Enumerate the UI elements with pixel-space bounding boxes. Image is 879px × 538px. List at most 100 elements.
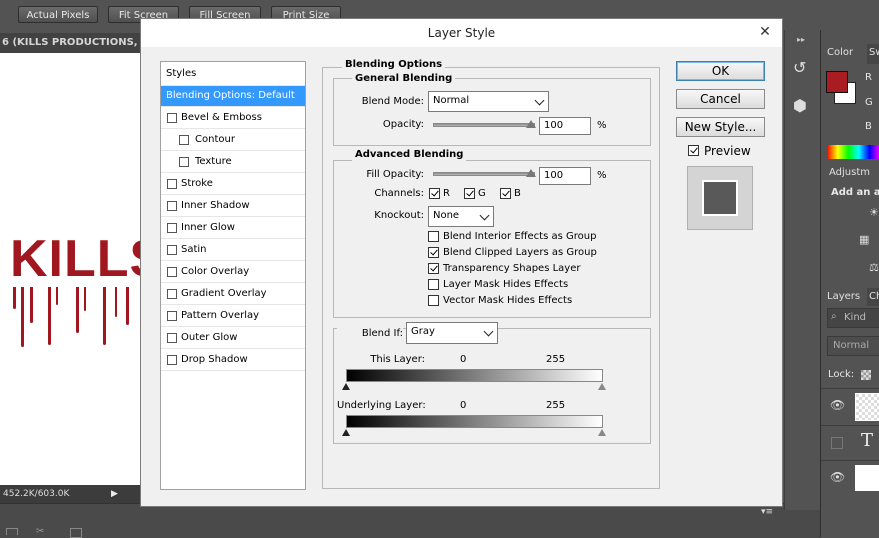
new-style-button[interactable]: New Style... [676,117,765,137]
layer-row[interactable]: 👁 [821,460,879,497]
style-checkbox[interactable] [167,355,177,365]
lock-transparent-icon[interactable] [861,370,871,380]
tab-color[interactable]: Color [821,44,867,64]
panel-menu-icon[interactable]: ▾≡ [761,507,773,517]
opacity-slider-thumb[interactable] [526,120,536,128]
scissors-icon[interactable]: ✂ [36,526,44,537]
history-icon[interactable]: ↺ [793,58,806,77]
style-checkbox[interactable] [167,311,177,321]
style-item-label: Bevel & Emboss [181,112,262,123]
style-item[interactable]: Pattern Overlay [161,306,305,327]
blood-drip [76,287,79,333]
style-checkbox[interactable] [167,201,177,211]
tab-layers[interactable]: Layers [821,288,867,306]
underlying-white-handle[interactable] [598,429,606,436]
style-checkbox[interactable] [167,333,177,343]
this-layer-white-handle[interactable] [598,383,606,390]
opacity-label: Opacity: [382,119,424,130]
opacity-slider[interactable] [433,123,535,127]
style-item-label: Blending Options: Default [166,90,295,101]
levels-icon[interactable]: ▦ [859,233,869,246]
style-item[interactable]: Bevel & Emboss [161,108,305,129]
style-checkbox[interactable] [167,179,177,189]
advanced-option-checkbox[interactable] [428,263,439,274]
style-item[interactable]: Gradient Overlay [161,284,305,305]
preview-checkbox[interactable] [688,145,699,156]
style-item[interactable]: Outer Glow [161,328,305,349]
document-canvas[interactable]: KILLS [0,53,140,485]
dialog-title: Layer Style [141,19,782,47]
style-item-label: Outer Glow [181,332,238,343]
style-checkbox[interactable] [167,223,177,233]
channel-checkbox[interactable] [464,188,475,199]
color-ramp[interactable] [827,145,879,159]
panel-dock-strip: ▸▸ ↺ ⬢ [784,30,821,510]
this-layer-gradient[interactable] [346,369,603,382]
eye-icon[interactable]: 👁 [830,470,845,484]
style-item-label: Texture [195,156,232,167]
channel-checkbox[interactable] [500,188,511,199]
style-checkbox[interactable] [179,135,189,145]
collapse-icon[interactable]: ▸▸ [797,35,805,44]
layer-filter[interactable]: ⌕ Kind [827,308,879,328]
style-item[interactable]: Color Overlay [161,262,305,283]
styles-header[interactable]: Styles [161,62,305,86]
channel-checkbox[interactable] [429,188,440,199]
style-item[interactable]: Inner Shadow [161,196,305,217]
advanced-option-checkbox[interactable] [428,231,439,242]
blood-drip [126,287,129,325]
style-item[interactable]: Inner Glow [161,218,305,239]
3d-cube-icon[interactable]: ⬢ [793,96,807,115]
document-tab[interactable]: 6 (KILLS PRODUCTIONS, RG [0,33,142,53]
blending-options-legend: Blending Options [342,59,446,71]
underlying-black-handle[interactable] [342,429,350,436]
underlying-layer-gradient[interactable] [346,415,603,428]
style-item[interactable]: Drop Shadow [161,350,305,371]
brightness-icon[interactable]: ☀ [869,206,879,219]
panel-icon[interactable] [6,528,18,535]
blend-mode-select[interactable]: Normal [428,91,549,112]
fill-opacity-slider[interactable] [433,172,535,176]
advanced-option-checkbox[interactable] [428,295,439,306]
tab-swatches[interactable]: Sw [867,44,879,64]
style-item[interactable]: Satin [161,240,305,261]
ok-button[interactable]: OK [676,61,765,81]
blend-mode-select[interactable]: Normal [827,336,879,356]
advanced-option-checkbox[interactable] [428,279,439,290]
style-checkbox[interactable] [167,267,177,277]
opacity-input[interactable]: 100 [539,117,591,135]
tab-adjustments[interactable]: Adjustm [821,164,879,182]
this-layer-max: 255 [546,354,566,365]
visibility-box[interactable] [831,437,843,449]
play-icon[interactable]: ▶ [111,485,118,503]
style-checkbox[interactable] [167,245,177,255]
blood-drip [13,287,16,309]
style-item[interactable]: Blending Options: Default [161,86,305,107]
style-item[interactable]: Stroke [161,174,305,195]
this-layer-black-handle[interactable] [342,383,350,390]
layer-row[interactable]: T [821,425,879,460]
layer-style-dialog: Layer Style ✕ Styles Blending Options: D… [140,18,783,507]
style-checkbox[interactable] [167,113,177,123]
tab-channels[interactable]: Ch [867,288,879,306]
style-item[interactable]: Texture [161,152,305,173]
style-checkbox[interactable] [167,289,177,299]
style-item[interactable]: Contour [161,130,305,151]
advanced-option-checkbox[interactable] [428,247,439,258]
fill-opacity-slider-thumb[interactable] [526,169,536,177]
layer-thumbnail [855,465,879,491]
foreground-color-swatch[interactable] [826,71,848,93]
knockout-select[interactable]: None [428,206,494,227]
actual-pixels-button[interactable]: Actual Pixels [18,6,98,23]
balance-icon[interactable]: ⚖ [869,261,879,274]
cancel-button[interactable]: Cancel [676,89,765,109]
lock-label: Lock: [828,369,855,380]
fill-opacity-input[interactable]: 100 [539,167,591,185]
style-checkbox[interactable] [179,157,189,167]
layer-row[interactable]: 👁 [821,388,879,425]
preview-thumbnail [687,166,753,230]
eye-icon[interactable]: 👁 [830,398,845,412]
close-icon[interactable]: ✕ [754,22,776,42]
blend-if-select[interactable]: Gray [406,322,498,344]
style-item-label: Drop Shadow [181,354,248,365]
